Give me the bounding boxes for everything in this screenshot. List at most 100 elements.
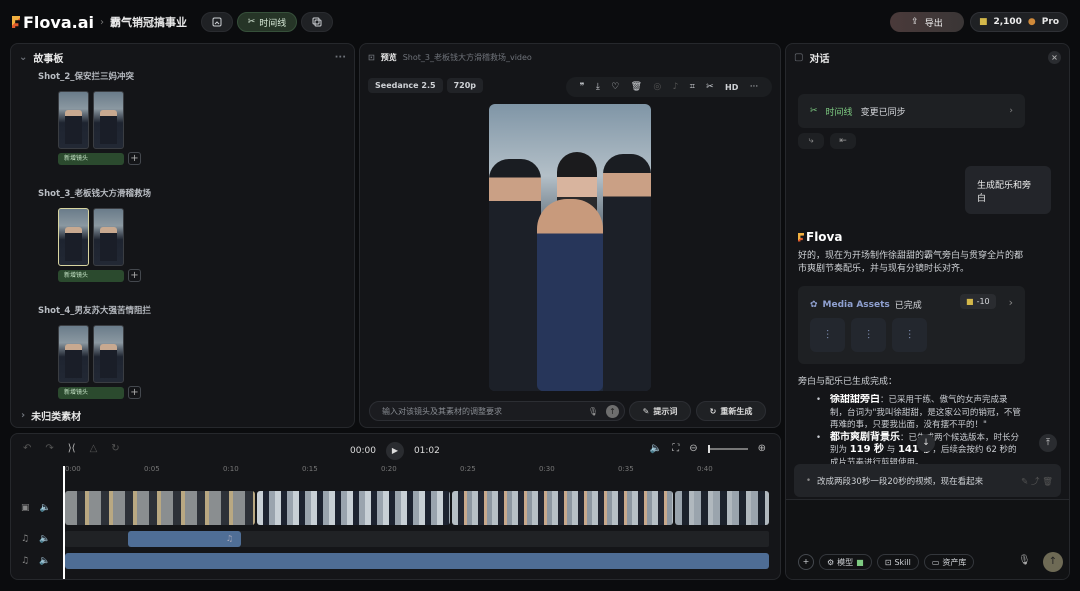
image-icon (212, 17, 222, 27)
timeline-sync-notice[interactable]: ✂ 时间线 变更已同步 › (798, 94, 1025, 128)
hd-button[interactable]: HD (725, 83, 738, 92)
uncategorized-section[interactable]: › 未归类素材 (11, 404, 354, 426)
voiceover-clip[interactable]: ♫ (128, 531, 241, 547)
video-track-controls: ▣ 🔈 (21, 503, 51, 513)
assistant-intro: 好的，现在为开场制作徐甜甜的霸气旁白与贯穿全片的都市爽剧节奏配乐，并与现有分镜时… (798, 251, 1024, 274)
audio-icon[interactable]: ♪ (673, 82, 679, 92)
music-clip[interactable] (65, 553, 769, 569)
media-assets-card[interactable]: ✿ Media Assets 已完成 ■ -10 › ⫶ ⫶ ⫶ (798, 286, 1025, 364)
mute-icon[interactable]: 🔈 (40, 503, 51, 513)
add-attachment-button[interactable]: + (798, 554, 814, 570)
app-logo[interactable]: Flova.ai (12, 13, 94, 32)
close-icon[interactable]: × (1048, 50, 1061, 64)
audio-asset-waveform-icon[interactable]: ⫶ (851, 318, 886, 352)
trash-icon[interactable]: 🗑 (631, 82, 642, 92)
audio-asset-waveform-icon[interactable]: ⫶ (892, 318, 927, 352)
send-icon[interactable]: ↑ (606, 405, 619, 418)
skill-button[interactable]: ⊡ Skill (876, 554, 919, 570)
shot-chip[interactable]: 新增镜头 (58, 386, 124, 399)
rewind-icon[interactable]: ⇤ (830, 133, 856, 149)
storyboard-view-button[interactable] (201, 12, 233, 32)
shot-item[interactable]: Shot_2_保安拦三妈冲突 新增镜头 + (11, 70, 354, 165)
assets-library-button[interactable]: ▭ 资产库 (923, 554, 975, 570)
heart-icon[interactable]: ♡ (611, 82, 619, 92)
fullscreen-icon[interactable]: ⛶ (672, 443, 679, 454)
ruler-tick: 0:15 (302, 465, 318, 473)
shot-thumbnail[interactable] (93, 208, 124, 266)
scroll-top-icon[interactable]: ⤒ (1039, 434, 1057, 452)
model-button[interactable]: ⚙ 模型 ■ (819, 554, 872, 570)
copy-button[interactable] (301, 12, 333, 32)
volume-icon[interactable]: 🔈 (650, 443, 662, 454)
media-icon: ✿ (810, 299, 818, 310)
add-shot-button[interactable]: + (128, 386, 141, 399)
queued-actions-icon[interactable]: ✎ ⤴ 🗑 (1021, 475, 1053, 487)
credits-count: 2,100 (993, 17, 1022, 27)
resolution-tag[interactable]: 720p (446, 78, 483, 93)
send-button[interactable]: ↑ (1043, 552, 1063, 572)
scissors-icon[interactable]: ✂ (706, 82, 714, 92)
add-shot-button[interactable]: + (128, 269, 141, 282)
mic-icon[interactable]: 🎙 (588, 407, 598, 416)
scroll-down-icon[interactable]: ↓ (917, 434, 935, 452)
zoom-slider[interactable] (707, 444, 748, 453)
download-icon[interactable]: ⤓ (596, 82, 600, 92)
shot-item[interactable]: Shot_3_老板钱大方滑稽救场 新增镜头 + (11, 187, 354, 282)
mute-icon[interactable]: 🔈 (39, 534, 50, 544)
chat-input-area[interactable]: + ⚙ 模型 ■ ⊡ Skill ▭ 资产库 🎙 ↑ (786, 499, 1069, 579)
shot-thumbnail[interactable] (58, 208, 89, 266)
share-icon[interactable]: ⤷ (798, 133, 824, 149)
more-icon[interactable]: ··· (335, 52, 346, 63)
bullet-icon: • (806, 475, 812, 486)
video-clip[interactable] (65, 491, 255, 525)
shot-title: Shot_3_老板钱大方滑稽救场 (38, 189, 151, 199)
model-icon: ⚙ (827, 557, 835, 567)
queued-message[interactable]: • 改成两段30秒一段20秒的视频，现在看起来 ✎ ⤴ 🗑 (794, 464, 1061, 497)
video-clip[interactable] (675, 491, 769, 525)
undo-icon[interactable]: ↶ (23, 443, 31, 454)
quote-icon[interactable]: ❞ (580, 82, 585, 92)
mute-icon[interactable]: 🔈 (39, 556, 50, 566)
timeline-view-button[interactable]: ✂ 时间线 (237, 12, 297, 32)
redo-icon[interactable]: ↷ (45, 443, 53, 454)
video-preview[interactable] (489, 104, 651, 391)
zoom-in-icon[interactable]: ⊕ (758, 443, 766, 454)
regenerate-button[interactable]: ↻ 重新生成 (696, 401, 766, 421)
voiceover-track[interactable]: ♫ (65, 531, 769, 547)
chevron-down-icon[interactable]: ⌄ (19, 52, 27, 63)
playhead[interactable] (63, 466, 65, 579)
more-icon[interactable]: ··· (750, 82, 759, 92)
prompt-button[interactable]: ✎ 提示词 (629, 401, 691, 421)
shot-title: Shot_4_男友苏大强苦情阻拦 (38, 306, 151, 316)
mic-icon[interactable]: 🎙 (1018, 555, 1031, 566)
shot-item[interactable]: Shot_4_男友苏大强苦情阻拦 新增镜头 + (11, 304, 354, 399)
export-button[interactable]: ⇪ 导出 (889, 12, 964, 32)
zoom-out-icon[interactable]: ⊖ (689, 443, 697, 454)
shot-thumbnail[interactable] (93, 91, 124, 149)
camera-icon[interactable]: ◎ (653, 82, 661, 92)
shot-chip[interactable]: 新增镜头 (58, 269, 124, 282)
project-name[interactable]: 霸气销冠搞事业 (110, 14, 187, 30)
media-assets-status: 已完成 (894, 301, 922, 311)
add-shot-button[interactable]: + (128, 152, 141, 165)
shot-chip[interactable]: 新增镜头 (58, 152, 124, 165)
video-clip[interactable] (257, 491, 450, 525)
video-track[interactable] (65, 491, 769, 525)
refresh-icon[interactable]: ↻ (111, 443, 119, 454)
video-figure-center (537, 199, 603, 391)
crop-icon[interactable]: ⌗ (690, 82, 695, 92)
model-tag[interactable]: Seedance 2.5 (368, 78, 443, 93)
adjust-prompt-input[interactable]: 输入对该镜头及其素材的调整要求 🎙 ↑ (369, 401, 625, 421)
audio-asset-waveform-icon[interactable]: ⫶ (810, 318, 845, 352)
time-ruler[interactable]: 0:00 0:05 0:10 0:15 0:20 0:25 0:30 0:35 … (65, 465, 780, 479)
result-bullet: • 徐甜甜旁白：已采用干练、傲气的女声完成录制，台词为"我叫徐甜甜，是这家公司的… (816, 394, 1021, 430)
credits-badge[interactable]: ■ 2,100 ● Pro (969, 12, 1068, 32)
warning-icon[interactable]: △ (90, 443, 98, 454)
breadcrumb-separator: › (100, 16, 104, 28)
shot-thumbnail[interactable] (58, 325, 89, 383)
play-button[interactable]: ▶ (385, 442, 404, 460)
video-clip[interactable] (452, 491, 673, 525)
shot-thumbnail[interactable] (58, 91, 89, 149)
split-icon[interactable]: ⟩⟨ (68, 443, 76, 454)
shot-thumbnail[interactable] (93, 325, 124, 383)
